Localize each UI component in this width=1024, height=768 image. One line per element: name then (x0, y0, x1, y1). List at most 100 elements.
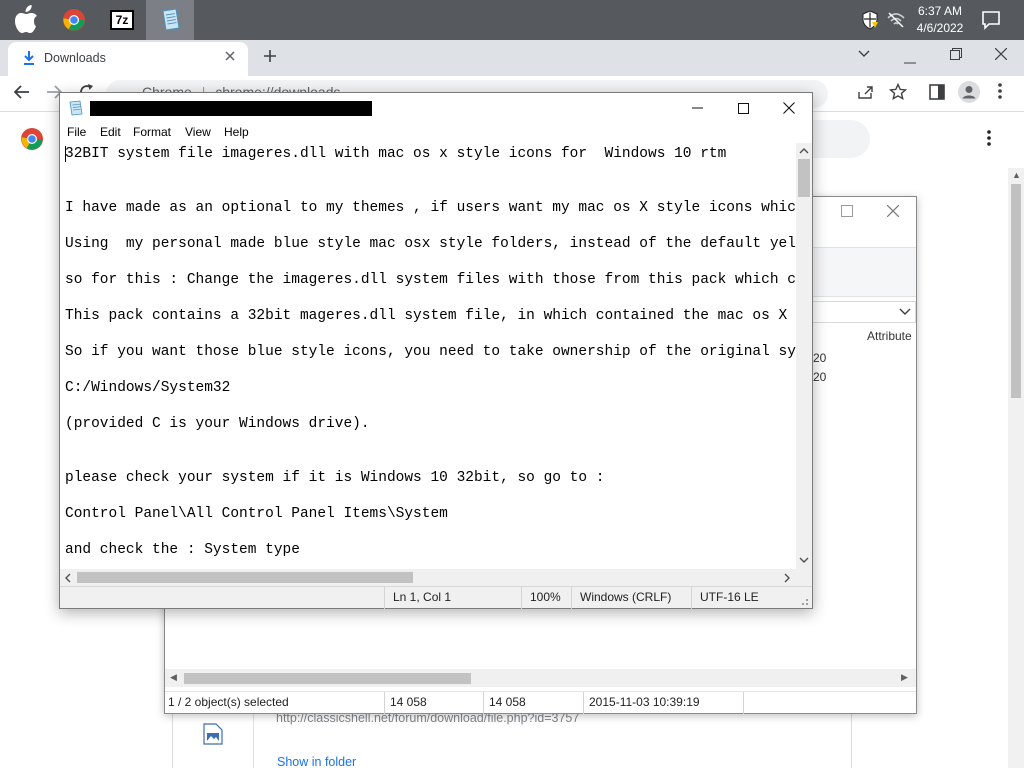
tab-downloads[interactable]: Downloads (8, 42, 248, 76)
notepad-line: I have made as an optional to my themes … (65, 200, 796, 216)
menu-file[interactable]: File (67, 125, 86, 139)
notepad-line (65, 181, 796, 199)
status-packed-size: 14 058 (483, 692, 526, 714)
notepad-line (65, 487, 796, 505)
notepad-titlebar[interactable] (60, 93, 812, 123)
notepad-text-area[interactable]: 32BIT system file imageres.dll with mac … (60, 143, 796, 569)
notepad-line: Using my personal made blue style mac os… (65, 236, 796, 252)
notepad-line (65, 253, 796, 271)
status-zoom: 100% (521, 587, 561, 609)
minimize-icon[interactable] (904, 53, 916, 67)
address-dropdown-icon[interactable] (899, 306, 911, 320)
chrome-icon[interactable] (50, 0, 98, 40)
scroll-right-icon[interactable]: ▶ (901, 672, 908, 683)
chrome-logo-icon (20, 127, 44, 154)
notepad-icon[interactable] (146, 0, 194, 40)
7zip-icon[interactable]: 7z (98, 0, 146, 40)
notepad-line (65, 325, 796, 343)
network-disconnected-icon[interactable] (886, 10, 906, 30)
notepad-line (65, 523, 796, 541)
new-tab-icon[interactable] (262, 48, 278, 67)
scroll-up-icon[interactable]: ▲ (1012, 170, 1021, 180)
notepad-hscrollbar[interactable] (60, 569, 796, 586)
scroll-left-icon[interactable] (64, 573, 71, 585)
explorer-hscrollbar[interactable]: ◀ ▶ (165, 669, 916, 687)
row-fragment: 20 (813, 351, 827, 365)
notepad-line: and check the : System type (65, 542, 300, 558)
resize-grip-icon[interactable] (799, 595, 809, 609)
status-line-ending: Windows (CRLF) (571, 587, 671, 609)
notepad-line (65, 163, 796, 181)
menu-edit[interactable]: Edit (100, 125, 121, 139)
notepad-line (65, 361, 796, 379)
notepad-statusbar: Ln 1, Col 1 100% Windows (CRLF) UTF-16 L… (60, 586, 812, 609)
notepad-minimize-icon[interactable] (674, 93, 720, 123)
apple-icon[interactable] (2, 0, 50, 40)
scroll-right-icon[interactable] (784, 573, 791, 585)
share-icon[interactable] (857, 84, 875, 103)
status-cursor-position: Ln 1, Col 1 (384, 587, 451, 609)
notepad-line (65, 433, 796, 451)
notepad-line: So if you want those blue style icons, y… (65, 344, 796, 360)
notepad-vscrollbar[interactable] (796, 143, 812, 569)
download-icon (22, 50, 36, 69)
status-modified: 2015-11-03 10:39:19 (583, 692, 700, 714)
column-attributes[interactable]: Attribute (867, 329, 912, 343)
title-redaction (90, 101, 372, 116)
clock-time: 6:37 AM (917, 4, 963, 18)
scroll-down-icon[interactable] (799, 556, 809, 566)
menu-view[interactable]: View (185, 125, 211, 139)
notepad-line: This pack contains a 32bit mageres.dll s… (65, 308, 796, 324)
tab-search-icon[interactable] (858, 48, 870, 62)
notifications-icon[interactable] (980, 9, 1002, 31)
notepad-line: Control Panel\All Control Panel Items\Sy… (65, 506, 448, 522)
status-empty-cell (743, 692, 916, 714)
side-panel-icon[interactable] (929, 84, 945, 103)
explorer-hscroll-thumb[interactable] (184, 673, 471, 684)
notepad-maximize-icon[interactable] (720, 93, 766, 123)
page-scrollbar[interactable]: ▲ (1008, 168, 1024, 768)
notepad-line (65, 217, 796, 235)
explorer-maximize-icon[interactable] (841, 205, 853, 220)
explorer-close-icon[interactable] (886, 204, 900, 220)
scroll-up-icon[interactable] (799, 146, 809, 156)
profile-avatar-icon[interactable] (958, 81, 980, 106)
notepad-line: C:/Windows/System32 (65, 380, 231, 396)
text-caret (65, 146, 66, 162)
notepad-text: 32BIT system file imageres.dll with mac … (65, 145, 796, 559)
notepad-line: so for this : Change the imageres.dll sy… (65, 272, 796, 288)
tab-close-icon[interactable] (224, 50, 236, 65)
notepad-menubar: File Edit Format View Help (60, 123, 812, 143)
taskbar: 7z 6:37 AM 4/6/2022 (0, 0, 1024, 40)
tab-title: Downloads (44, 51, 106, 65)
explorer-statusbar: 1 / 2 object(s) selected 14 058 14 058 2… (165, 691, 916, 714)
page-scroll-thumb[interactable] (1011, 184, 1021, 398)
back-icon[interactable] (13, 84, 31, 103)
scroll-left-icon[interactable]: ◀ (170, 672, 177, 683)
file-image-icon (203, 723, 223, 748)
notepad-line (65, 289, 796, 307)
bookmark-star-icon[interactable] (888, 82, 908, 104)
notepad-hscroll-thumb[interactable] (77, 572, 413, 583)
notepad-close-icon[interactable] (766, 93, 812, 123)
show-in-folder-link[interactable]: Show in folder (277, 755, 356, 768)
menu-format[interactable]: Format (133, 125, 171, 139)
notepad-line (65, 397, 796, 415)
downloads-more-icon[interactable] (987, 130, 991, 149)
menu-help[interactable]: Help (224, 125, 249, 139)
scrollbar-corner (796, 569, 812, 586)
status-size: 14 058 (384, 692, 427, 714)
notepad-line: please check your system if it is Window… (65, 470, 605, 486)
notepad-vscroll-thumb[interactable] (798, 159, 810, 197)
chrome-menu-icon[interactable] (998, 83, 1002, 102)
notepad-line: 32BIT system file imageres.dll with mac … (65, 146, 727, 162)
clock[interactable]: 6:37 AM 4/6/2022 (904, 3, 976, 37)
close-window-icon[interactable] (994, 47, 1008, 63)
security-shield-icon[interactable] (860, 10, 880, 30)
row-fragment: 20 (813, 370, 827, 384)
notepad-line (65, 451, 796, 469)
7zip-label: 7z (110, 10, 134, 30)
restore-icon[interactable] (950, 48, 962, 63)
notepad-app-icon[interactable] (68, 100, 84, 119)
status-encoding: UTF-16 LE (691, 587, 759, 609)
